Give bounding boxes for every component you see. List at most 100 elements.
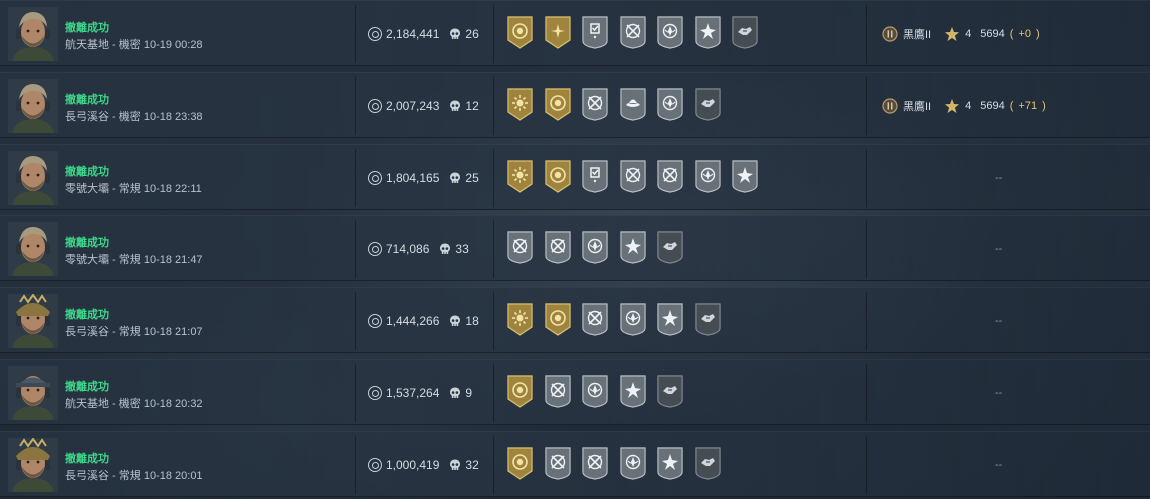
silver-crest-icon[interactable] <box>694 160 722 193</box>
silver-star-burst-icon[interactable] <box>731 160 759 193</box>
coin-icon <box>368 171 382 185</box>
silver-star-burst-icon[interactable] <box>619 231 647 264</box>
gold-emblem-icon[interactable] <box>544 303 572 336</box>
match-meta: 零號大壩 - 常規 10-18 21:47 <box>65 254 203 266</box>
silver-crossed-guns-icon[interactable] <box>506 231 534 264</box>
kill-count: 33 <box>455 242 469 256</box>
loot-value-block: 1,444,266 18 <box>368 313 479 329</box>
operator-cap-headset-avatar <box>8 366 58 420</box>
column-divider <box>866 5 867 63</box>
column-divider <box>493 364 494 422</box>
gold-emblem-icon[interactable] <box>506 16 534 49</box>
star-count: 4 <box>965 28 972 40</box>
silver-crest-icon[interactable] <box>656 88 684 121</box>
delta-open-paren: ( <box>1009 28 1014 40</box>
loot-value: 2,184,441 <box>386 27 440 41</box>
dark-handshake-icon[interactable] <box>694 88 722 121</box>
silver-crossed-guns-icon[interactable] <box>619 160 647 193</box>
silver-crest-icon[interactable] <box>581 231 609 264</box>
column-divider <box>493 220 494 278</box>
match-meta: 航天基地 - 機密 10-19 00:28 <box>65 39 203 51</box>
gold-emblem-icon[interactable] <box>506 447 534 480</box>
gold-wings-icon[interactable] <box>544 16 572 49</box>
extraction-status: 撤離成功 <box>65 381 109 393</box>
loot-value: 714,086 <box>386 242 430 256</box>
coin-icon <box>368 99 382 113</box>
operator-bearded-headset-avatar <box>8 79 58 133</box>
gold-emblem-icon[interactable] <box>544 88 572 121</box>
dark-handshake-icon[interactable] <box>694 447 722 480</box>
dark-handshake-icon[interactable] <box>694 303 722 336</box>
dark-handshake-icon[interactable] <box>656 231 684 264</box>
silver-crossed-guns-icon[interactable] <box>581 303 609 336</box>
match-row[interactable]: 撤離成功 航天基地 - 機密 10-19 00:28 2,184,441 26 <box>0 0 1150 66</box>
silver-crossed-guns-icon[interactable] <box>544 231 572 264</box>
match-meta: 長弓溪谷 - 機密 10-18 23:38 <box>65 111 203 123</box>
gold-sunburst-icon[interactable] <box>506 88 534 121</box>
column-divider <box>355 5 356 63</box>
rank-empty: -- <box>995 315 1003 327</box>
match-row[interactable]: 撤離成功 長弓溪谷 - 機密 10-18 23:38 2,007,243 12 <box>0 72 1150 138</box>
match-row[interactable]: 撤離成功 零號大壩 - 常規 10-18 21:47 714,086 33 -- <box>0 215 1150 281</box>
column-divider <box>866 292 867 350</box>
silver-checklist-icon[interactable] <box>581 160 609 193</box>
gold-emblem-icon[interactable] <box>506 375 534 408</box>
silver-crest-icon[interactable] <box>619 447 647 480</box>
silver-crest-icon[interactable] <box>581 375 609 408</box>
match-row[interactable]: 撤離成功 零號大壩 - 常規 10-18 22:11 1,804,165 25 <box>0 144 1150 210</box>
dark-handshake-icon[interactable] <box>656 375 684 408</box>
skull-icon <box>440 243 451 254</box>
silver-crossed-guns-icon[interactable] <box>544 447 572 480</box>
silver-checklist-icon[interactable] <box>581 16 609 49</box>
operator-bearded-headset-avatar <box>8 222 58 276</box>
column-divider <box>493 292 494 350</box>
gold-sunburst-icon[interactable] <box>506 160 534 193</box>
loot-value-block: 714,086 33 <box>368 241 469 257</box>
silver-crest-icon[interactable] <box>619 303 647 336</box>
loot-value: 2,007,243 <box>386 99 440 113</box>
silver-crossed-guns-icon[interactable] <box>581 447 609 480</box>
gold-sunburst-icon[interactable] <box>506 303 534 336</box>
silver-crossed-guns-icon[interactable] <box>656 160 684 193</box>
skull-icon <box>450 459 461 470</box>
operator-bearded-headset-avatar <box>8 7 58 61</box>
coin-icon <box>368 242 382 256</box>
silver-star-burst-icon[interactable] <box>619 375 647 408</box>
dark-handshake-icon[interactable] <box>731 16 759 49</box>
star-count: 4 <box>965 100 972 112</box>
loot-value-block: 2,184,441 26 <box>368 26 479 42</box>
loot-value: 1,537,264 <box>386 386 440 400</box>
rank-delta: +71 <box>1018 100 1038 112</box>
match-meta: 零號大壩 - 常規 10-18 22:11 <box>65 183 202 195</box>
silver-crossed-guns-icon[interactable] <box>544 375 572 408</box>
silver-star-burst-icon[interactable] <box>656 447 684 480</box>
skull-icon <box>450 28 461 39</box>
rank-score: 5694 <box>980 28 1005 40</box>
badge-strip <box>506 375 684 408</box>
extraction-status: 撤離成功 <box>65 453 109 465</box>
badge-strip <box>506 231 684 264</box>
kill-count: 25 <box>465 171 479 185</box>
loot-value-block: 1,537,264 9 <box>368 385 472 401</box>
coin-icon <box>368 458 382 472</box>
column-divider <box>355 364 356 422</box>
match-row[interactable]: 撤離成功 長弓溪谷 - 常規 10-18 20:01 1,000,419 32 <box>0 431 1150 497</box>
silver-hat-icon[interactable] <box>619 88 647 121</box>
gold-emblem-icon[interactable] <box>544 160 572 193</box>
silver-crossed-guns-icon[interactable] <box>619 16 647 49</box>
silver-star-burst-icon[interactable] <box>694 16 722 49</box>
rank-score: 5694 <box>980 100 1005 112</box>
skull-icon <box>450 387 461 398</box>
rank-empty: -- <box>995 172 1003 184</box>
silver-crossed-guns-icon[interactable] <box>581 88 609 121</box>
silver-crest-icon[interactable] <box>656 16 684 49</box>
loot-value: 1,804,165 <box>386 171 440 185</box>
match-row[interactable]: 撤離成功 航天基地 - 機密 10-18 20:32 1,537,264 9 -… <box>0 359 1150 425</box>
match-row[interactable]: 撤離成功 長弓溪谷 - 常規 10-18 21:07 1,444,266 18 <box>0 287 1150 353</box>
silver-star-burst-icon[interactable] <box>656 303 684 336</box>
delta-open-paren: ( <box>1009 100 1014 112</box>
kill-count: 9 <box>465 386 473 400</box>
column-divider <box>355 220 356 278</box>
match-meta: 長弓溪谷 - 常規 10-18 21:07 <box>65 326 203 338</box>
badge-strip <box>506 160 759 193</box>
